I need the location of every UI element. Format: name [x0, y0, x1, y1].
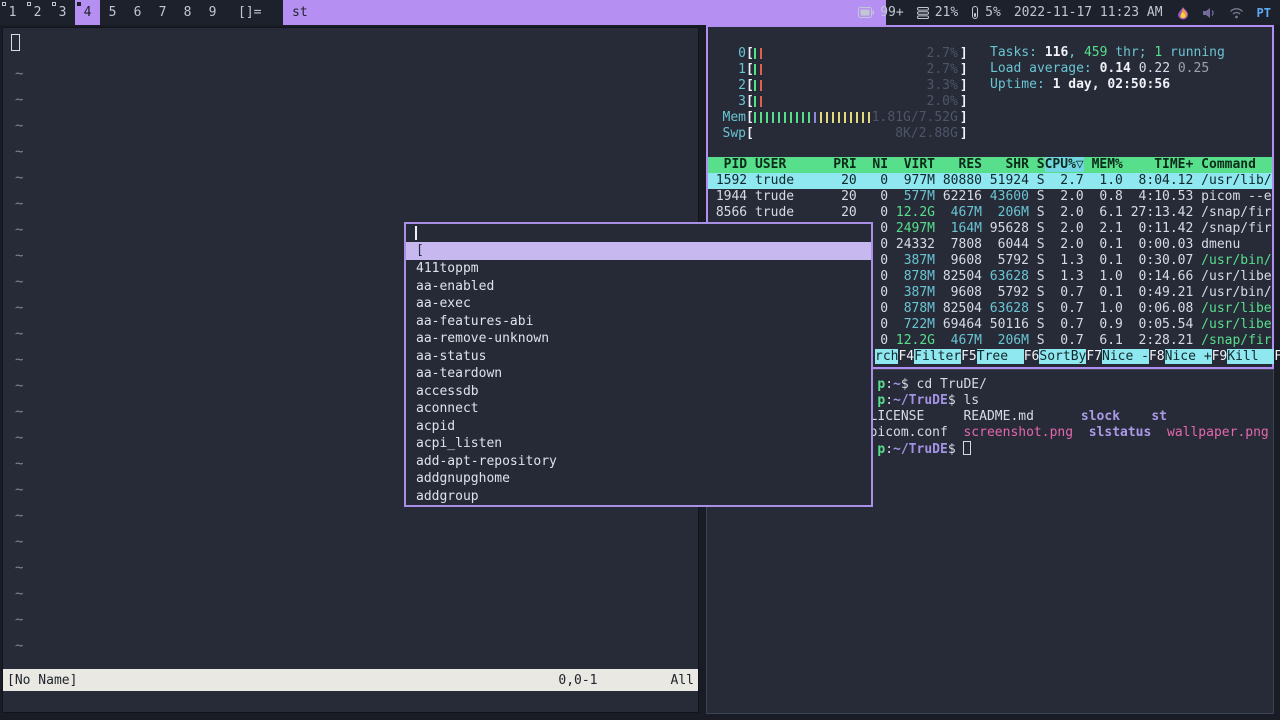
battery-value: 99+	[880, 5, 904, 20]
dmenu-launcher[interactable]: [ 411toppm aa-enabled aa-exec aa-features-a…	[404, 222, 873, 507]
process-row[interactable]: 1592 trude 20 0 977M 80880 51924 S 2.7 1…	[708, 173, 1272, 189]
flame-tray-icon[interactable]	[1176, 6, 1190, 20]
disk-segment: 21%	[916, 5, 959, 20]
meter-3: 3[2.0%]	[738, 93, 968, 109]
workspace-tags: 123456789	[0, 0, 225, 25]
disk-value: 21%	[934, 5, 959, 20]
dmenu-item[interactable]: acpi_listen	[406, 435, 871, 453]
vim-statusline: [No Name] 0,0-1 All	[3, 669, 698, 691]
meter-1: 1[2.7%]	[738, 61, 968, 77]
vim-scroll-position: All	[670, 672, 694, 688]
workspace-tag-7[interactable]: 7	[150, 0, 175, 25]
vim-filename: [No Name]	[7, 672, 78, 688]
status-bar: 123456789 []= st 99+ 21% 5% 2022-11-17 1…	[0, 0, 1280, 25]
empty-buffer-lines: ~~~~~~~~~~~~~~~~~~~~~~~~	[15, 66, 24, 680]
process-table-header[interactable]: PID USER PRI NI VIRT RES SHR SCPU%▽ MEM%…	[708, 157, 1272, 173]
dmenu-item[interactable]: aa-enabled	[406, 278, 871, 296]
workspace-tag-4[interactable]: 4	[75, 0, 100, 25]
workspace-tag-9[interactable]: 9	[200, 0, 225, 25]
workspace-tag-6[interactable]: 6	[125, 0, 150, 25]
status-segments: 99+ 21% 5% 2022-11-17 11:23 AM PT	[858, 0, 1280, 25]
focused-window-title: st	[283, 0, 886, 25]
dmenu-item[interactable]: addgnupghome	[406, 470, 871, 488]
tasks-summary: Tasks: 116, 459 thr; 1 running Load avera…	[990, 45, 1225, 92]
dmenu-item[interactable]: addgroup	[406, 488, 871, 506]
dmenu-item[interactable]: acpid	[406, 418, 871, 436]
text-caret	[415, 226, 417, 240]
temperature-segment: 5%	[971, 5, 1001, 20]
dmenu-item-list: 411toppm aa-enabled aa-exec aa-features-abi…	[406, 260, 871, 505]
thermometer-icon	[972, 6, 979, 19]
volume-icon[interactable]	[1202, 7, 1216, 19]
workspace-tag-8[interactable]: 8	[175, 0, 200, 25]
wifi-icon[interactable]	[1229, 7, 1244, 19]
dmenu-item[interactable]: aconnect	[406, 400, 871, 418]
datetime: 2022-11-17 11:23 AM	[1013, 5, 1163, 20]
dmenu-item[interactable]: aa-teardown	[406, 365, 871, 383]
process-row[interactable]: 8566 trude 20 0 12.2G 467M 206M S 2.0 6.…	[708, 205, 1272, 221]
meter-Mem: Mem[1.81G/7.52G]	[722, 109, 968, 125]
vim-ruler: 0,0-1	[558, 672, 598, 688]
dmenu-item[interactable]: aa-exec	[406, 295, 871, 313]
meter-Swp: Swp[8K/2.88G]	[722, 125, 968, 141]
function-key-bar[interactable]: rchF4FilterF5Tree F6SortByF7Nice -F8Nice…	[875, 349, 1280, 365]
editor-cursor	[11, 34, 20, 51]
dmenu-item[interactable]: 411toppm	[406, 260, 871, 278]
dmenu-input[interactable]	[406, 224, 871, 242]
workspace-tag-5[interactable]: 5	[100, 0, 125, 25]
workspace-tag-3[interactable]: 3	[50, 0, 75, 25]
temperature-value: 5%	[985, 5, 1001, 20]
battery-segment: 99+	[858, 5, 904, 20]
dmenu-item[interactable]: add-apt-repository	[406, 453, 871, 471]
meter-0: 0[2.7%]	[738, 45, 968, 61]
battery-icon	[858, 7, 875, 18]
workspace-tag-2[interactable]: 2	[25, 0, 50, 25]
storage-icon	[916, 6, 929, 19]
cpu-memory-meters: 0[2.7%] 1[2.7%] 2[3.3%] 3[2.0%] Mem[1.81G/7.…	[712, 45, 968, 141]
layout-symbol[interactable]: []=	[230, 0, 269, 25]
dmenu-item[interactable]: accessdb	[406, 383, 871, 401]
meter-2: 2[3.3%]	[738, 77, 968, 93]
workspace-tag-1[interactable]: 1	[0, 0, 25, 25]
dmenu-item[interactable]: aa-status	[406, 348, 871, 366]
dmenu-item[interactable]: aa-remove-unknown	[406, 330, 871, 348]
process-row[interactable]: 1944 trude 20 0 577M 62216 43600 S 2.0 0…	[708, 189, 1272, 205]
dmenu-selected-item[interactable]: [	[406, 242, 871, 260]
keyboard-layout[interactable]: PT	[1257, 6, 1271, 20]
dmenu-item[interactable]: aa-features-abi	[406, 313, 871, 331]
